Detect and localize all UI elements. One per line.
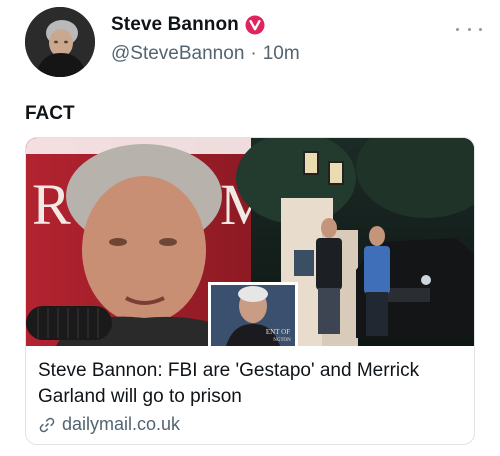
- link-card-image-art: R M ENT OF NGTON: [26, 138, 474, 346]
- author-handle-row: @SteveBannon · 10m: [111, 43, 300, 65]
- author-display-name[interactable]: Steve Bannon: [111, 14, 239, 36]
- backdrop-letter: R: [32, 172, 71, 237]
- link-card[interactable]: R M ENT OF NGTON Steve Bannon: FBI are '…: [25, 137, 475, 445]
- more-button[interactable]: [456, 22, 482, 36]
- inset-caption: ENT OF: [266, 328, 290, 336]
- avatar[interactable]: [25, 7, 95, 77]
- link-card-image[interactable]: R M ENT OF NGTON: [26, 138, 474, 346]
- author-name-row: Steve Bannon: [111, 14, 265, 36]
- link-card-meta[interactable]: Steve Bannon: FBI are 'Gestapo' and Merr…: [26, 346, 474, 444]
- more-icon-dot: [467, 27, 471, 31]
- time-separator: ·: [250, 43, 257, 64]
- more-icon-dot: [456, 27, 459, 31]
- verified-badge-icon: [245, 15, 265, 35]
- avatar-image: [25, 7, 95, 77]
- post-timestamp[interactable]: 10m: [263, 43, 300, 65]
- inset-caption-2: NGTON: [273, 338, 291, 343]
- link-icon: [39, 417, 55, 432]
- link-card-title[interactable]: Steve Bannon: FBI are 'Gestapo' and Merr…: [38, 358, 458, 410]
- author-handle[interactable]: @SteveBannon: [111, 43, 244, 65]
- link-card-domain[interactable]: dailymail.co.uk: [62, 414, 180, 435]
- link-card-domain-row: dailymail.co.uk: [38, 414, 180, 435]
- post-text: FACT: [25, 103, 75, 124]
- post-card[interactable]: Steve Bannon @SteveBannon · 10m FACT R M…: [0, 0, 500, 456]
- more-icon-dot: [479, 27, 482, 31]
